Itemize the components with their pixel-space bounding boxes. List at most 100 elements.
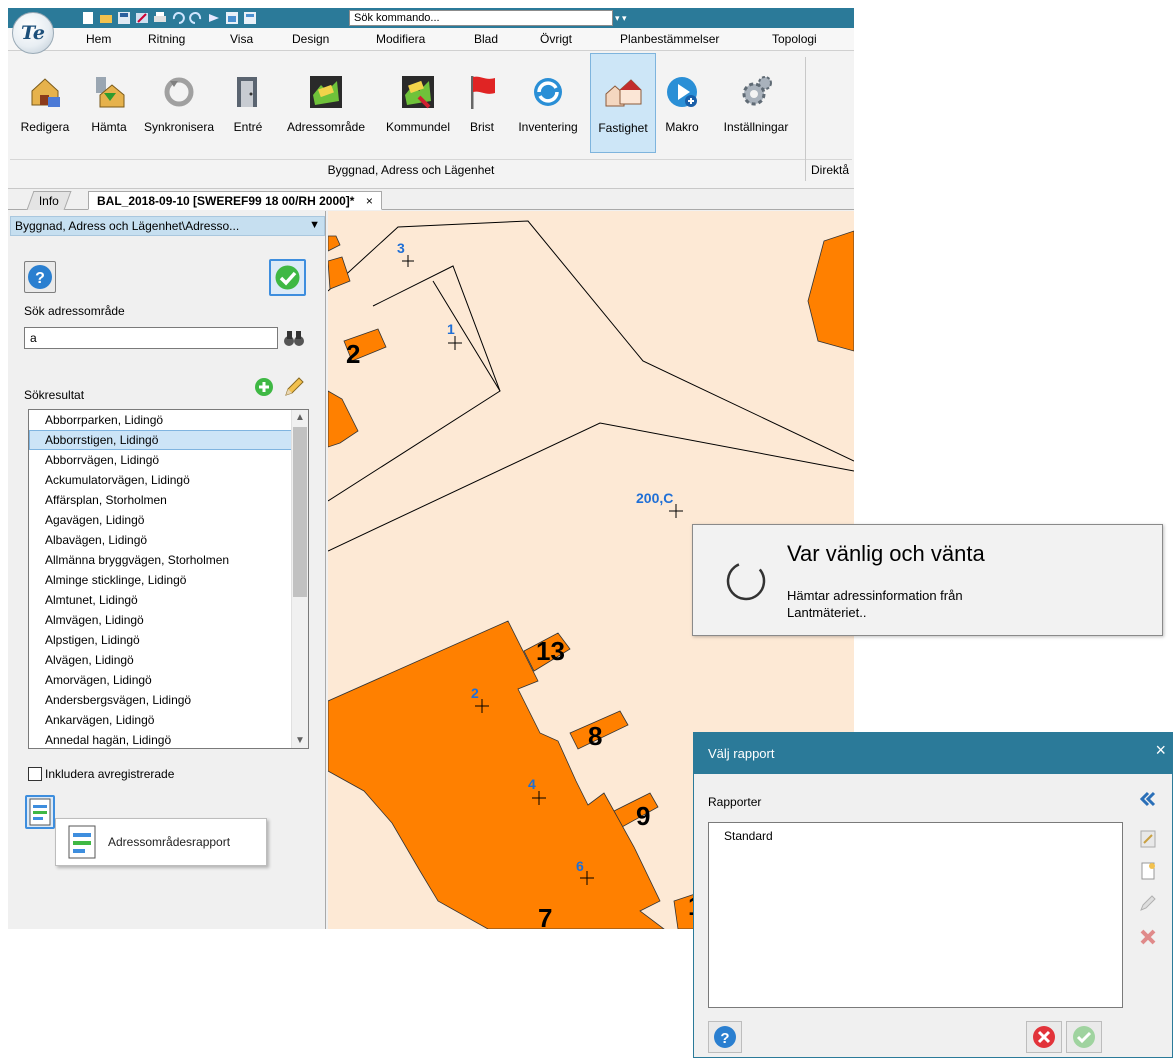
- municipality-icon: [402, 76, 434, 109]
- hamta-button[interactable]: Hämta: [82, 53, 136, 153]
- binoculars-icon: [284, 331, 304, 346]
- checkbox-box[interactable]: [28, 767, 42, 781]
- list-item[interactable]: Allmänna bryggvägen, Storholmen: [29, 550, 308, 570]
- confirm-button[interactable]: [269, 259, 306, 296]
- include-deregistered-checkbox[interactable]: Inkludera avregistrerade: [28, 767, 174, 781]
- delete-x-icon[interactable]: [1138, 927, 1158, 947]
- building-number: 7: [538, 903, 552, 929]
- edit-report-icon[interactable]: [1138, 829, 1158, 849]
- save-icon[interactable]: [117, 11, 131, 25]
- open-folder-icon[interactable]: [99, 11, 113, 25]
- new-file-icon[interactable]: [81, 11, 95, 25]
- command-search-input[interactable]: Sök kommando...: [349, 10, 613, 26]
- list-item[interactable]: Abborrvägen, Lidingö: [29, 450, 308, 470]
- point-marker: [448, 336, 462, 350]
- search-input[interactable]: a: [24, 327, 278, 349]
- image-window-icon[interactable]: [225, 11, 239, 25]
- tab-hem[interactable]: Hem: [86, 32, 111, 46]
- search-binoculars-button[interactable]: [282, 328, 306, 348]
- tab-blad[interactable]: Blad: [474, 32, 498, 46]
- tab-ritning[interactable]: Ritning: [148, 32, 185, 46]
- results-scrollbar[interactable]: ▲ ▼: [291, 410, 308, 748]
- list-item[interactable]: Abborrparken, Lidingö: [29, 410, 308, 430]
- ribbon-group-divider: [10, 159, 852, 160]
- list-item[interactable]: Almvägen, Lidingö: [29, 610, 308, 630]
- list-item[interactable]: Affärsplan, Storholmen: [29, 490, 308, 510]
- adressomrade-label: Adressområde: [286, 120, 366, 134]
- help-button[interactable]: ?: [24, 261, 56, 293]
- edit-table-icon[interactable]: [135, 11, 149, 25]
- scroll-thumb[interactable]: [293, 427, 307, 597]
- installningar-button[interactable]: Inställningar: [708, 53, 804, 153]
- synkronisera-button[interactable]: Synkronisera: [136, 53, 222, 153]
- new-report-icon[interactable]: [1138, 861, 1158, 881]
- tab-ovrigt[interactable]: Övrigt: [540, 32, 572, 46]
- pencil-disabled-icon[interactable]: [1138, 893, 1158, 913]
- tab-design[interactable]: Design: [292, 32, 329, 46]
- report-help-button[interactable]: ?: [708, 1021, 742, 1053]
- close-icon[interactable]: ×: [1155, 740, 1166, 761]
- print-icon[interactable]: [153, 11, 167, 25]
- wait-dialog: Var vänlig och vänta Hämtar adressinform…: [692, 524, 1163, 636]
- point-label: 2: [471, 685, 479, 701]
- entre-button[interactable]: Entré: [222, 53, 274, 153]
- undo-icon[interactable]: [171, 11, 185, 25]
- list-item[interactable]: Abborrstigen, Lidingö: [29, 430, 308, 450]
- tab-visa[interactable]: Visa: [230, 32, 253, 46]
- adressomrade-button[interactable]: Adressområde: [274, 53, 378, 153]
- makro-label: Makro: [665, 120, 699, 134]
- scroll-up-icon[interactable]: ▲: [295, 412, 305, 423]
- tab-modifiera[interactable]: Modifiera: [376, 32, 425, 46]
- report-item-standard[interactable]: Standard: [724, 829, 773, 843]
- point-label: 1: [447, 321, 455, 337]
- list-item[interactable]: Amorvägen, Lidingö: [29, 670, 308, 690]
- checkmark-icon: [275, 265, 300, 290]
- results-list[interactable]: Abborrparken, Lidingö Abborrstigen, Lidin…: [28, 409, 309, 749]
- brist-button[interactable]: Brist: [458, 53, 506, 153]
- property-houses-icon: [605, 79, 642, 107]
- building: [807, 230, 854, 352]
- redigera-button[interactable]: Redigera: [8, 53, 82, 153]
- collapse-double-chevron-icon[interactable]: [1138, 789, 1158, 809]
- tab-info[interactable]: Info: [26, 191, 72, 210]
- forward-icon[interactable]: [207, 11, 221, 25]
- list-item[interactable]: Ankarvägen, Lidingö: [29, 710, 308, 730]
- makro-button[interactable]: Makro: [658, 53, 706, 153]
- tab-topologi[interactable]: Topologi: [772, 32, 817, 46]
- add-button[interactable]: [253, 376, 275, 398]
- report-ok-button[interactable]: [1066, 1021, 1102, 1053]
- list-item[interactable]: Albavägen, Lidingö: [29, 530, 308, 550]
- reports-list[interactable]: Standard: [708, 822, 1123, 1008]
- fastighet-button[interactable]: Fastighet: [590, 53, 656, 153]
- tab-planbestammelser[interactable]: Planbestämmelser: [620, 32, 719, 46]
- list-item[interactable]: Andersbergsvägen, Lidingö: [29, 690, 308, 710]
- scroll-down-icon[interactable]: ▼: [295, 735, 305, 746]
- list-item[interactable]: Almtunet, Lidingö: [29, 590, 308, 610]
- synkronisera-label: Synkronisera: [143, 120, 215, 134]
- list-item[interactable]: Ackumulatorvägen, Lidingö: [29, 470, 308, 490]
- command-dropdown-icon[interactable]: ▾ ▾: [615, 10, 627, 26]
- report-dialog-title: Välj rapport: [708, 746, 775, 761]
- list-item[interactable]: Alvägen, Lidingö: [29, 650, 308, 670]
- list-item[interactable]: Alpstigen, Lidingö: [29, 630, 308, 650]
- installningar-label: Inställningar: [723, 120, 789, 134]
- list-item[interactable]: Alminge sticklinge, Lidingö: [29, 570, 308, 590]
- report-cancel-button[interactable]: [1026, 1021, 1062, 1053]
- redo-icon[interactable]: [189, 11, 203, 25]
- list-item[interactable]: Annedal hagän, Lidingö: [29, 730, 308, 748]
- kommundel-button[interactable]: Kommundel: [378, 53, 458, 153]
- wait-title: Var vänlig och vänta: [787, 541, 985, 566]
- ribbon-group-label: Byggnad, Adress och Lägenhet: [327, 163, 495, 177]
- report-button[interactable]: [25, 795, 55, 829]
- quick-access-toolbar: Sök kommando... ▾ ▾: [8, 8, 854, 28]
- tab-close-icon[interactable]: ×: [366, 194, 373, 208]
- address-panel: Byggnad, Adress och Lägenhet\Adresso... …: [8, 211, 326, 929]
- app-logo[interactable]: Te: [12, 12, 54, 54]
- loading-spinner-icon: [726, 561, 766, 601]
- panel-header-dropdown[interactable]: Byggnad, Adress och Lägenhet\Adresso... …: [10, 216, 325, 236]
- tab-drawing[interactable]: BAL_2018-09-10 [SWEREF99 18 00/RH 2000]*…: [88, 191, 382, 210]
- layout-window-icon[interactable]: [243, 11, 257, 25]
- list-item[interactable]: Agavägen, Lidingö: [29, 510, 308, 530]
- inventering-button[interactable]: Inventering: [506, 53, 590, 153]
- edit-button[interactable]: [282, 375, 306, 399]
